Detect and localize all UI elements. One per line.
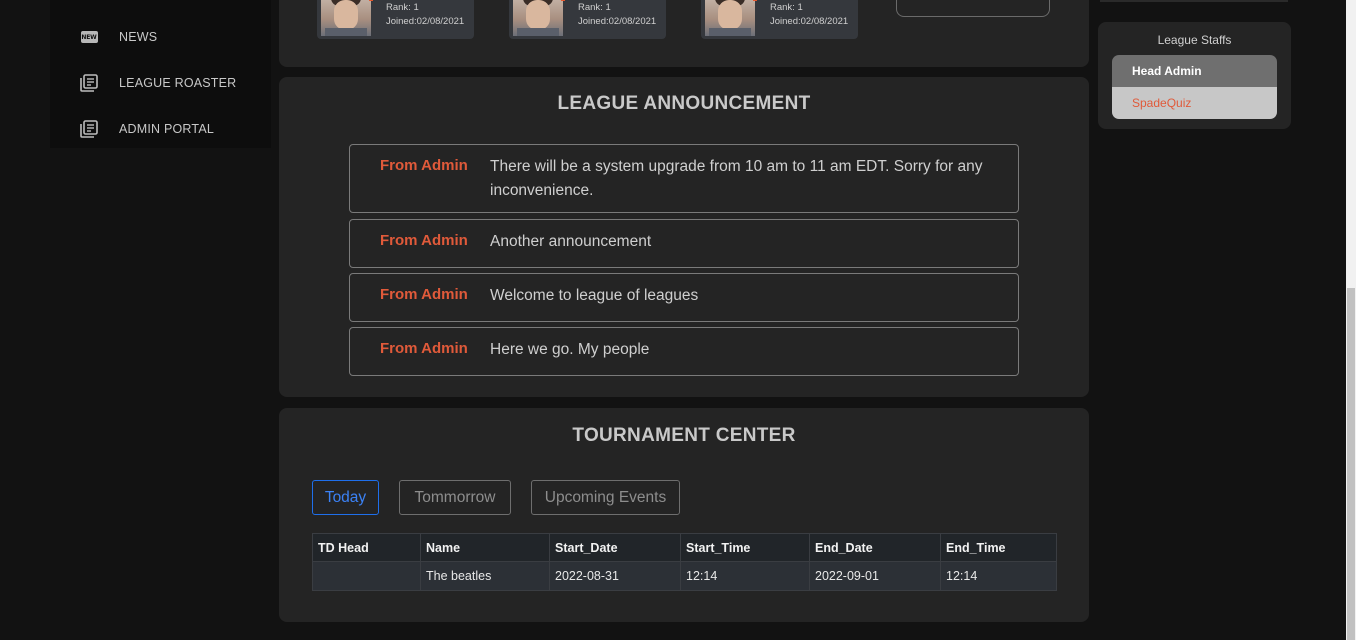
player-rank: Rank: 1: [386, 2, 419, 13]
player-avatar: [705, 0, 755, 36]
table-row[interactable]: The beatles 2022-08-31 12:14 2022-09-01 …: [312, 561, 1057, 591]
sidebar-item-news[interactable]: NEW NEWS: [80, 25, 157, 49]
column-header: End_Date: [809, 533, 941, 562]
staff-member-link[interactable]: SpadeQuiz: [1112, 87, 1277, 119]
document-stack-icon: [80, 120, 98, 138]
staff-list: Head Admin SpadeQuiz: [1112, 55, 1277, 119]
scrollbar-thumb[interactable]: [1347, 288, 1355, 640]
announcement-message: Welcome to league of leagues: [490, 287, 699, 304]
sidebar-item-league-roaster[interactable]: LEAGUE ROASTER: [80, 71, 236, 95]
player-avatar: [513, 0, 563, 36]
table-header-row: TD Head Name Start_Date Start_Time End_D…: [312, 533, 1057, 562]
sidebar-item-label: ADMIN PORTAL: [119, 122, 215, 136]
announcement-item: From Admin Another announcement: [349, 219, 1019, 268]
column-header: Start_Time: [680, 533, 810, 562]
table-cell: [312, 561, 421, 591]
tab-upcoming-events[interactable]: Upcoming Events: [531, 480, 680, 515]
announcement-message: There will be a system upgrade from 10 a…: [490, 158, 983, 199]
column-header: Start_Date: [549, 533, 681, 562]
player-joined: Joined:02/08/2021: [770, 16, 849, 27]
player-rank: Rank: 1: [578, 2, 611, 13]
document-stack-icon: [80, 74, 98, 92]
table-cell: 2022-09-01: [809, 561, 941, 591]
sidebar-item-label: LEAGUE ROASTER: [119, 76, 237, 90]
column-header: Name: [420, 533, 550, 562]
tournament-title: TOURNAMENT CENTER: [572, 425, 796, 446]
column-header: End_Time: [940, 533, 1057, 562]
player-joined: Joined:02/08/2021: [578, 16, 657, 27]
player-card[interactable]: Rank: 1 Joined:02/08/2021: [509, 0, 666, 39]
view-more-button[interactable]: [896, 0, 1050, 17]
table-cell: 12:14: [680, 561, 810, 591]
table-cell: 12:14: [940, 561, 1057, 591]
sidebar-item-admin-portal[interactable]: ADMIN PORTAL: [80, 117, 214, 141]
column-header: TD Head: [312, 533, 421, 562]
announcement-item: From Admin Here we go. My people: [349, 327, 1019, 376]
announcement-from: From Admin: [380, 157, 468, 174]
staff-panel: League Staffs Head Admin SpadeQuiz: [1098, 22, 1291, 129]
player-rank: Rank: 1: [770, 2, 803, 13]
staff-head-label: Head Admin: [1112, 55, 1277, 87]
players-panel: Rank: 1 Joined:02/08/2021 Rank: 1 Joined…: [279, 0, 1089, 67]
announcement-from: From Admin: [380, 340, 468, 357]
right-panel-edge: [1100, 0, 1288, 2]
staff-title: League Staffs: [1157, 33, 1232, 47]
rank-flag-icon: [753, 0, 757, 1]
player-joined: Joined:02/08/2021: [386, 16, 465, 27]
player-avatar: [321, 0, 371, 36]
player-card[interactable]: Rank: 1 Joined:02/08/2021: [317, 0, 474, 39]
announcement-item: From Admin There will be a system upgrad…: [349, 144, 1019, 213]
announcement-title: LEAGUE ANNOUNCEMENT: [557, 93, 811, 114]
new-badge-icon: NEW: [80, 28, 98, 46]
sidebar: NEW NEWS LEAGUE ROASTER ADMIN PORTAL: [50, 0, 271, 148]
table-cell: The beatles: [420, 561, 550, 591]
tab-today[interactable]: Today: [312, 480, 379, 515]
tab-tomorrow[interactable]: Tommorrow: [399, 480, 511, 515]
events-table: TD Head Name Start_Date Start_Time End_D…: [312, 533, 1057, 591]
player-card[interactable]: Rank: 1 Joined:02/08/2021: [701, 0, 858, 39]
table-cell: 2022-08-31: [549, 561, 681, 591]
tournament-panel: TOURNAMENT CENTER Today Tommorrow Upcomi…: [279, 408, 1089, 622]
announcement-message: Another announcement: [490, 233, 652, 250]
announcement-from: From Admin: [380, 286, 468, 303]
rank-flag-icon: [369, 0, 373, 1]
announcement-panel: LEAGUE ANNOUNCEMENT From Admin There wil…: [279, 77, 1089, 397]
announcement-item: From Admin Welcome to league of leagues: [349, 273, 1019, 322]
announcement-message: Here we go. My people: [490, 341, 650, 358]
sidebar-item-label: NEWS: [119, 30, 158, 44]
rank-flag-icon: [561, 0, 565, 1]
announcement-from: From Admin: [380, 232, 468, 249]
